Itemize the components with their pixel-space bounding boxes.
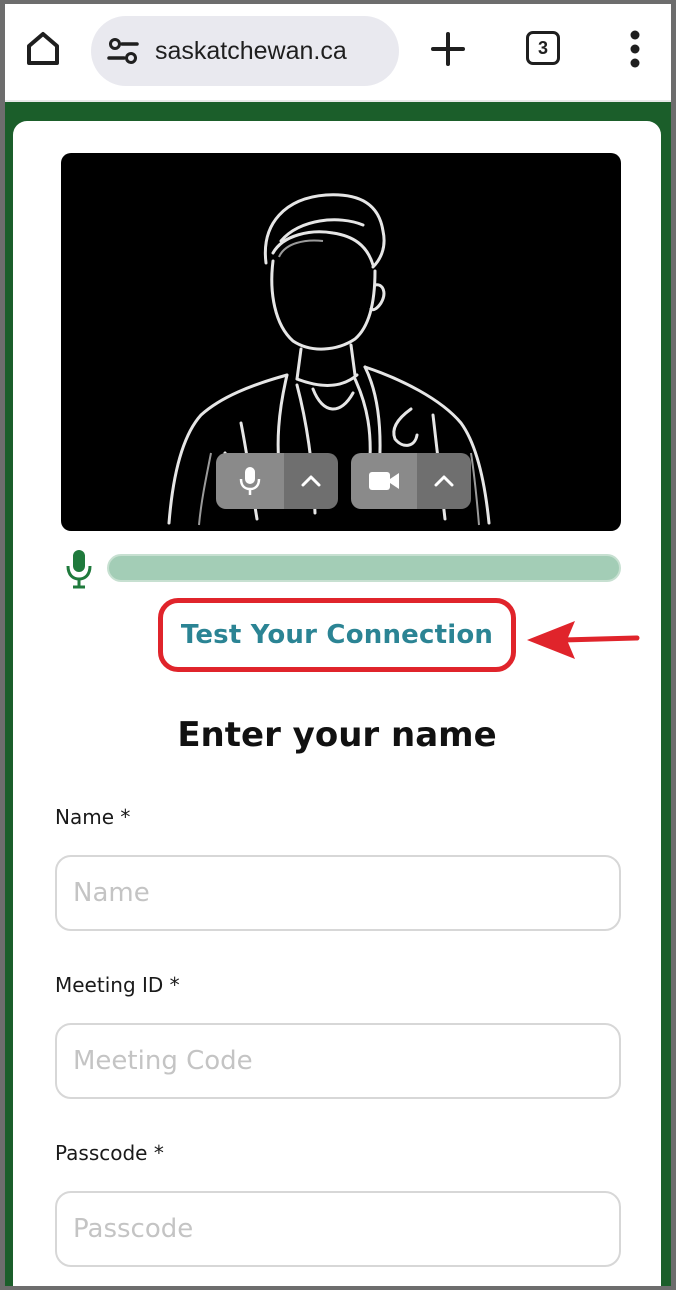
meeting-id-label: Meeting ID *	[55, 973, 180, 997]
name-input[interactable]	[55, 855, 621, 931]
more-vert-icon	[630, 30, 640, 68]
mic-controls	[216, 453, 338, 509]
microphone-icon	[66, 550, 92, 589]
camera-options-button[interactable]	[417, 453, 471, 509]
phone-screen: saskatchewan.ca 3 Test Your Connection E…	[5, 4, 671, 1286]
mic-level-bar	[107, 554, 621, 582]
camera-toggle-button[interactable]	[351, 453, 417, 509]
meeting-code-input[interactable]	[55, 1023, 621, 1099]
mic-toggle-button[interactable]	[216, 453, 284, 509]
avatar-silhouette	[167, 193, 491, 526]
passcode-label: Passcode *	[55, 1141, 164, 1165]
mic-level-indicator	[61, 547, 97, 591]
home-button[interactable]	[21, 26, 65, 70]
chevron-up-icon	[301, 475, 321, 487]
annotation-arrow-icon	[527, 621, 640, 659]
url-text[interactable]: saskatchewan.ca	[155, 37, 395, 66]
camera-controls	[351, 453, 471, 509]
passcode-input[interactable]	[55, 1191, 621, 1267]
browser-menu-button[interactable]	[617, 26, 653, 72]
plus-icon	[431, 32, 465, 66]
new-tab-button[interactable]	[425, 26, 471, 72]
chevron-up-icon	[434, 475, 454, 487]
microphone-icon	[239, 467, 261, 495]
browser-toolbar: saskatchewan.ca 3	[5, 4, 671, 102]
test-connection-link[interactable]: Test Your Connection	[181, 620, 493, 650]
site-settings-icon[interactable]	[105, 36, 141, 66]
mic-options-button[interactable]	[284, 453, 338, 509]
video-preview	[61, 153, 621, 531]
page-title: Enter your name	[177, 715, 497, 755]
name-label: Name *	[55, 805, 131, 829]
address-bar[interactable]: saskatchewan.ca	[91, 16, 399, 86]
home-icon	[27, 32, 59, 65]
tab-switcher-button[interactable]: 3	[523, 28, 563, 68]
camera-icon	[369, 472, 399, 490]
join-meeting-card: Test Your Connection Enter your name Nam…	[13, 121, 661, 1286]
highlight-box: Test Your Connection	[158, 598, 516, 672]
tab-count: 3	[526, 31, 560, 65]
